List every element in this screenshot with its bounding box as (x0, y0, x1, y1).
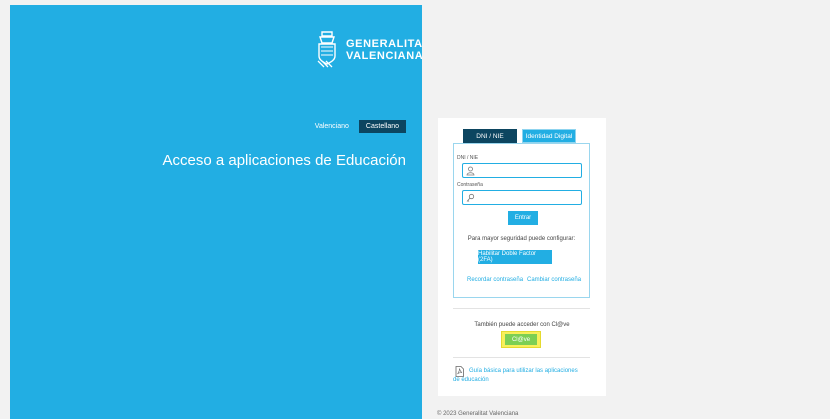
user-icon (466, 166, 475, 176)
dni-label: DNI / NIE (457, 155, 479, 161)
dni-input[interactable] (477, 165, 577, 176)
logo-line-2: VALENCIANA (346, 50, 424, 62)
password-field[interactable] (462, 190, 582, 205)
generalitat-logo: GENERALITAT VALENCIANA (316, 30, 429, 70)
logo-line-1: GENERALITAT (346, 38, 430, 50)
password-label: Contraseña (457, 182, 483, 188)
remember-password-link[interactable]: Recordar contraseña (467, 277, 523, 283)
logo-text: GENERALITAT VALENCIANA (346, 38, 429, 62)
login-form: DNI / NIE Contraseña Entrar Para mayor s… (453, 143, 590, 298)
logo-mark-icon (317, 31, 336, 68)
dni-field[interactable] (462, 163, 582, 178)
divider-top (453, 308, 590, 309)
password-input[interactable] (477, 192, 577, 203)
key-icon (466, 193, 475, 202)
language-selector: Valenciano Castellano (315, 120, 406, 133)
guide-link[interactable]: Guía básica para utilizar las aplicacion… (453, 367, 585, 385)
lang-valenciano-link[interactable]: Valenciano (315, 123, 349, 130)
security-text: Para mayor seguridad puede configurar: (467, 236, 576, 242)
lang-castellano-button[interactable]: Castellano (358, 120, 406, 133)
tab-dni-nie[interactable]: DNI / NIE (463, 129, 517, 143)
page-title: Acceso a aplicaciones de Educación (162, 152, 407, 169)
clave-button[interactable]: Cl@ve (501, 331, 541, 348)
change-password-link[interactable]: Cambiar contraseña (527, 277, 581, 283)
two-factor-button[interactable]: Habilitar Doble Factor (2FA) (478, 250, 552, 264)
divider-bottom (453, 357, 590, 358)
clave-text: También puede acceder con Cl@ve (474, 322, 570, 328)
footer-copyright: © 2023 Generalitat Valenciana (437, 411, 519, 417)
login-tabs: DNI / NIE Identidad Digital (463, 129, 576, 143)
login-card: DNI / NIE Identidad Digital DNI / NIE Co… (438, 118, 606, 396)
clave-button-label: Cl@ve (505, 334, 537, 345)
entrar-button[interactable]: Entrar (508, 211, 538, 225)
left-panel: GENERALITAT VALENCIANA Valenciano Castel… (10, 5, 429, 419)
tab-identidad-digital[interactable]: Identidad Digital (522, 129, 576, 143)
